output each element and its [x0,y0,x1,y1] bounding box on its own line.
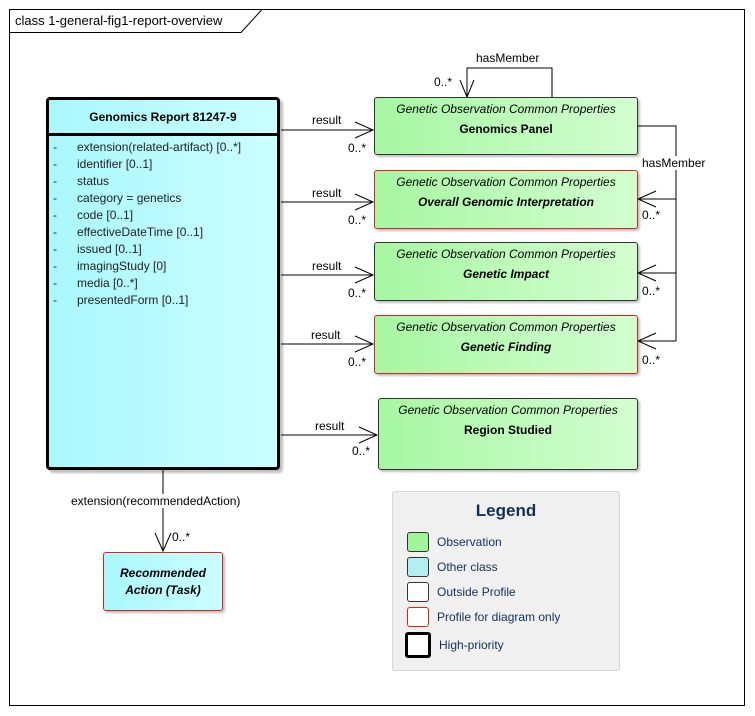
hasmember-multiplicity-finding: 0..* [642,353,661,367]
legend-label: Outside Profile [437,585,516,599]
legend-title: Legend [475,501,537,520]
attribute-list: - extension(related-artifact) [0..*] - ide… [49,136,277,309]
class-name: Genetic Impact [462,267,550,281]
overall-genomic-interpretation-class[interactable]: Genetic Observation Common Properties Ov… [374,170,638,229]
legend-label: Observation [437,535,502,549]
attribute-row: - presentedForm [0..1] [49,292,277,309]
visibility-marker: - [53,208,57,222]
attribute-text: media [0..*] [77,276,138,290]
legend-item-profile-for-diagram-only: Profile for diagram only [407,607,560,627]
class-name: Genomics Report 81247-9 [49,100,277,136]
result-label-overall: result [312,186,342,200]
hasmember-self-multiplicity: 0..* [434,75,453,89]
class-name: Genetic Finding [460,340,552,354]
attribute-row: - imagingStudy [0] [49,258,277,275]
attribute-row: - effectiveDateTime [0..1] [49,224,277,241]
attribute-row: - status [49,173,277,190]
legend-item-observation: Observation [407,532,502,552]
recommended-action-task-class[interactable]: Recommended Action (Task) [103,552,223,611]
extension-multiplicity: 0..* [172,530,191,544]
legend-item-other-class: Other class [407,557,498,577]
hasmember-multiplicity-overall: 0..* [642,208,661,222]
visibility-marker: - [53,225,57,239]
genomics-report-class[interactable]: Genomics Report 81247-9 - extension(relat… [46,97,280,470]
legend-label: High-priority [439,638,504,652]
visibility-marker: - [53,157,57,171]
legend-label: Profile for diagram only [437,610,561,624]
observation-swatch [407,532,429,552]
visibility-marker: - [53,293,57,307]
attribute-row: - extension(related-artifact) [0..*] [49,139,277,156]
legend-label: Other class [437,560,498,574]
attribute-row: - identifier [0..1] [49,156,277,173]
attribute-text: identifier [0..1] [77,157,153,171]
visibility-marker: - [53,174,57,188]
stereotype-label: Genetic Observation Common Properties [396,175,616,189]
extension-label: extension(recommendedAction) [71,494,241,508]
multiplicity-region: 0..* [352,444,371,458]
stereotype-label: Genetic Observation Common Properties [398,403,618,417]
attribute-text: code [0..1] [77,208,134,222]
class-name: Recommended Action (Task) [120,565,206,599]
class-name: Genomics Panel [459,122,553,136]
attribute-row: - media [0..*] [49,275,277,292]
multiplicity-overall: 0..* [348,213,367,227]
visibility-marker: - [53,259,57,273]
attribute-text: category = genetics [77,191,182,205]
attribute-row: - category = genetics [49,190,277,207]
visibility-marker: - [53,242,57,256]
hasmember-multiplicity-impact: 0..* [642,284,661,298]
attribute-row: - code [0..1] [49,207,277,224]
class-name: Overall Genomic Interpretation [417,195,595,209]
stereotype-label: Genetic Observation Common Properties [396,247,616,261]
visibility-marker: - [53,140,57,154]
result-label-impact: result [312,259,342,273]
result-label-finding: result [311,328,341,342]
visibility-marker: - [53,191,57,205]
stereotype-label: Genetic Observation Common Properties [396,320,616,334]
diagram-title: class 1-general-fig1-report-overview [15,13,223,28]
legend-item-high-priority: High-priority [405,632,504,658]
genetic-impact-class[interactable]: Genetic Observation Common Properties Ge… [374,242,638,301]
attribute-text: status [77,174,110,188]
class-name: Region Studied [464,423,552,437]
other-class-swatch [407,557,429,577]
high-priority-swatch [405,632,431,658]
legend-item-outside-profile: Outside Profile [407,582,516,602]
genomics-panel-class[interactable]: Genetic Observation Common Properties Ge… [374,97,638,155]
genetic-finding-class[interactable]: Genetic Observation Common Properties Ge… [374,315,638,374]
region-studied-class[interactable]: Genetic Observation Common Properties Re… [378,398,638,470]
multiplicity-panel: 0..* [348,141,367,155]
attribute-row: - issued [0..1] [49,241,277,258]
class-name-line-1: Recommended [119,565,207,580]
class-name-line-2: Action (Task) [125,582,201,597]
attribute-text: imagingStudy [0] [77,259,167,273]
attribute-text: extension(related-artifact) [0..*] [77,140,242,154]
visibility-marker: - [53,276,57,290]
legend: Legend Observation Other class Outside P… [392,491,620,671]
attribute-text: presentedForm [0..1] [77,293,189,307]
multiplicity-impact: 0..* [348,286,367,300]
hasmember-self-label: hasMember [476,51,540,65]
result-label-panel: result [312,113,342,127]
outside-profile-swatch [407,582,429,602]
multiplicity-finding: 0..* [348,355,367,369]
result-label-region: result [315,419,345,433]
profile-only-swatch [407,607,429,627]
attribute-text: effectiveDateTime [0..1] [77,225,204,239]
stereotype-label: Genetic Observation Common Properties [396,102,616,116]
hasmember-label: hasMember [642,156,706,170]
attribute-text: issued [0..1] [77,242,142,256]
